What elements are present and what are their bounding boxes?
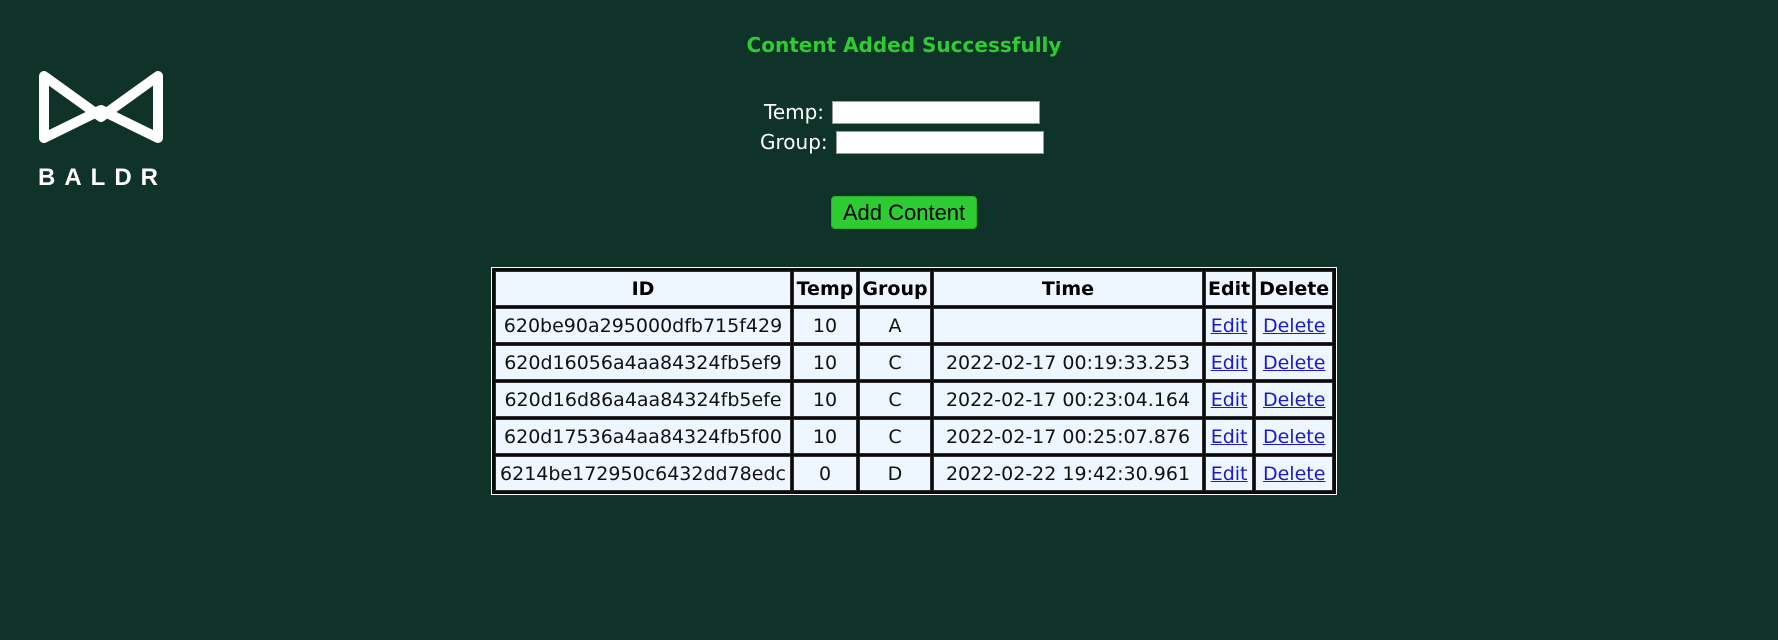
cell-delete: Delete <box>1255 308 1334 343</box>
table-row: 620d17536a4aa84324fb5f00 10 C 2022-02-17… <box>495 419 1334 454</box>
cell-time: 2022-02-17 00:19:33.253 <box>933 345 1203 380</box>
edit-link[interactable]: Edit <box>1211 426 1248 448</box>
cell-edit: Edit <box>1205 308 1254 343</box>
content-table: ID Temp Group Time Edit Delete 620be90a2… <box>491 267 1338 495</box>
header-id: ID <box>495 271 791 306</box>
table-row: 620d16056a4aa84324fb5ef9 10 C 2022-02-17… <box>495 345 1334 380</box>
group-row: Group: <box>760 130 1044 154</box>
edit-link[interactable]: Edit <box>1211 315 1248 337</box>
group-input[interactable] <box>835 130 1044 154</box>
cell-temp: 10 <box>793 308 857 343</box>
delete-link[interactable]: Delete <box>1263 352 1325 374</box>
cell-id: 620d16d86a4aa84324fb5efe <box>495 382 791 417</box>
table-row: 620be90a295000dfb715f429 10 A Edit Delet… <box>495 308 1334 343</box>
cell-group: D <box>859 456 931 491</box>
cell-temp: 10 <box>793 345 857 380</box>
header-temp: Temp <box>793 271 857 306</box>
header-group: Group <box>859 271 931 306</box>
cell-edit: Edit <box>1205 419 1254 454</box>
temp-row: Temp: <box>764 100 1041 124</box>
cell-time: 2022-02-22 19:42:30.961 <box>933 456 1203 491</box>
edit-link[interactable]: Edit <box>1211 389 1248 411</box>
cell-delete: Delete <box>1255 382 1334 417</box>
delete-link[interactable]: Delete <box>1263 426 1325 448</box>
header-delete: Delete <box>1255 271 1334 306</box>
cell-group: C <box>859 419 931 454</box>
table-header-row: ID Temp Group Time Edit Delete <box>495 271 1334 306</box>
delete-link[interactable]: Delete <box>1263 389 1325 411</box>
cell-time <box>933 308 1203 343</box>
cell-time: 2022-02-17 00:23:04.164 <box>933 382 1203 417</box>
cell-time: 2022-02-17 00:25:07.876 <box>933 419 1203 454</box>
edit-link[interactable]: Edit <box>1211 463 1248 485</box>
cell-delete: Delete <box>1255 419 1334 454</box>
cell-id: 6214be172950c6432dd78edc <box>495 456 791 491</box>
bow-tie-logo-icon <box>39 71 163 143</box>
header-edit: Edit <box>1205 271 1254 306</box>
cell-temp: 0 <box>793 456 857 491</box>
temp-label: Temp: <box>764 100 825 124</box>
cell-group: C <box>859 382 931 417</box>
cell-delete: Delete <box>1255 456 1334 491</box>
brand-logo: BALDR <box>38 70 168 200</box>
brand-name: BALDR <box>38 164 167 191</box>
table-row: 620d16d86a4aa84324fb5efe 10 C 2022-02-17… <box>495 382 1334 417</box>
add-content-button[interactable]: Add Content <box>831 196 977 229</box>
cell-temp: 10 <box>793 419 857 454</box>
table-row: 6214be172950c6432dd78edc 0 D 2022-02-22 … <box>495 456 1334 491</box>
edit-link[interactable]: Edit <box>1211 352 1248 374</box>
cell-temp: 10 <box>793 382 857 417</box>
delete-link[interactable]: Delete <box>1263 315 1325 337</box>
cell-delete: Delete <box>1255 345 1334 380</box>
header-time: Time <box>933 271 1203 306</box>
cell-group: C <box>859 345 931 380</box>
cell-id: 620be90a295000dfb715f429 <box>495 308 791 343</box>
cell-edit: Edit <box>1205 382 1254 417</box>
cell-edit: Edit <box>1205 345 1254 380</box>
delete-link[interactable]: Delete <box>1263 463 1325 485</box>
cell-id: 620d16056a4aa84324fb5ef9 <box>495 345 791 380</box>
cell-id: 620d17536a4aa84324fb5f00 <box>495 419 791 454</box>
cell-edit: Edit <box>1205 456 1254 491</box>
cell-group: A <box>859 308 931 343</box>
page: BALDR Content Added Successfully Temp: G… <box>0 0 1778 640</box>
success-message: Content Added Successfully <box>746 33 1062 57</box>
group-label: Group: <box>760 130 828 154</box>
temp-input[interactable] <box>832 100 1041 124</box>
